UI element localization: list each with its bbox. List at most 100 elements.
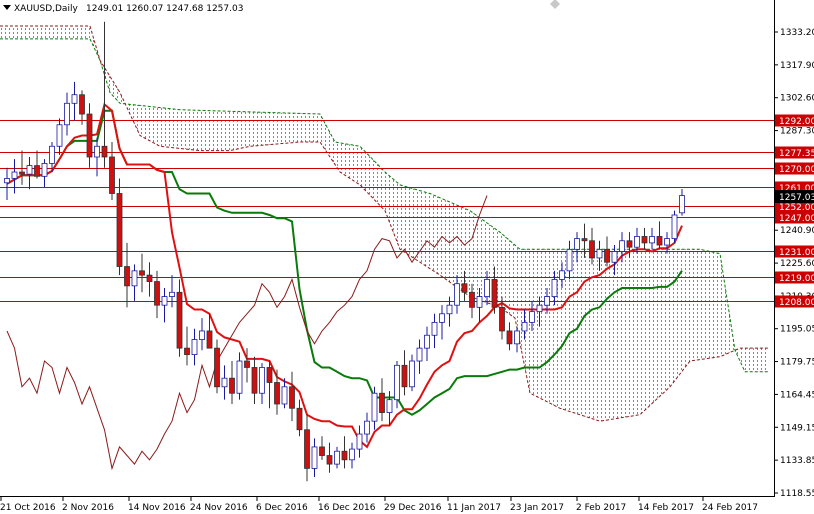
bull-candle (446, 304, 453, 315)
bear-candle (251, 367, 258, 394)
bull-candle (356, 433, 363, 450)
y-tick-label: 1133.85 (780, 456, 814, 466)
bull-candle (671, 214, 678, 240)
bull-candle (131, 270, 138, 287)
bear-candle (274, 382, 280, 405)
bull-candle (386, 399, 393, 413)
bull-candle (634, 236, 640, 248)
bull-candle (94, 145, 100, 158)
bear-candle (326, 455, 333, 465)
bull-candle (521, 321, 528, 332)
current-price-label: 1257.03 (779, 193, 814, 203)
bear-candle (626, 240, 633, 248)
level-label: 1219.00 (779, 274, 814, 284)
bull-candle (334, 450, 340, 465)
bear-candle (184, 347, 190, 355)
bull-candle (64, 102, 70, 126)
bear-candle (289, 386, 295, 409)
bear-candle (581, 238, 588, 242)
y-tick-label: 1164.45 (780, 390, 814, 400)
bull-candle (221, 377, 228, 388)
x-tick-label: 2 Feb 2017 (576, 503, 626, 513)
y-tick-label: 1195.05 (780, 325, 814, 335)
bear-candle (109, 156, 115, 194)
bull-candle (536, 304, 543, 313)
bear-candle (146, 274, 153, 282)
current-price-marker: 1257.03 (775, 190, 814, 203)
bull-candle (611, 251, 618, 263)
bear-candle (139, 270, 145, 276)
level-label: 1247.00 (779, 214, 814, 224)
bear-candle (296, 407, 303, 431)
y-axis-ticks: 1333.201317.901302.601287.301270.001256.… (774, 28, 814, 499)
y-tick-label: 1118.55 (780, 489, 814, 499)
bear-candle (641, 236, 648, 244)
bull-candle (26, 165, 33, 175)
bear-candle (341, 450, 348, 461)
bull-candle (484, 279, 490, 297)
bear-candle (19, 171, 25, 175)
x-tick-label: 21 Oct 2016 (0, 503, 56, 513)
y-tick-label: 1317.90 (780, 61, 814, 71)
bear-candle (589, 240, 595, 259)
bull-candle (259, 367, 265, 394)
bull-candle (199, 330, 205, 340)
bull-candle (544, 296, 550, 306)
bear-candle (461, 283, 468, 293)
bull-candle (424, 334, 430, 349)
bull-candle (11, 171, 18, 179)
bull-candle (311, 446, 318, 469)
bull-candle (559, 270, 565, 280)
y-tick-label: 1240.90 (780, 226, 814, 236)
level-label: 1231.00 (779, 248, 814, 258)
bear-candle (506, 330, 513, 345)
x-tick-label: 11 Jan 2017 (447, 503, 501, 513)
bear-candle (86, 113, 93, 158)
x-tick-label: 24 Nov 2016 (190, 503, 248, 513)
bull-candle (409, 360, 415, 388)
bull-candle (371, 392, 378, 422)
bull-candle (551, 279, 558, 297)
level-label: 1270.00 (779, 165, 814, 175)
x-tick-label: 23 Jan 2017 (510, 503, 564, 513)
bear-candle (116, 193, 123, 267)
bull-candle (236, 360, 243, 394)
bear-candle (214, 347, 220, 388)
bull-candle (416, 347, 423, 362)
y-tick-label: 1225.60 (780, 259, 814, 269)
x-tick-label: 14 Nov 2016 (128, 503, 186, 513)
bear-candle (401, 364, 408, 388)
bear-candle (304, 429, 310, 469)
bull-candle (664, 238, 670, 246)
bull-candle (431, 321, 438, 336)
bull-candle (349, 448, 355, 461)
bull-candle (439, 313, 445, 323)
bear-candle (154, 281, 160, 306)
bull-candle (679, 195, 685, 214)
y-tick-label: 1287.30 (780, 127, 814, 137)
bear-candle (176, 291, 183, 349)
price-chart[interactable]: 1333.201317.901302.601287.301270.001256.… (0, 0, 814, 514)
ohlc-readout: 1249.01 1260.07 1247.68 1257.03 (86, 4, 243, 14)
bull-candle (649, 236, 655, 244)
bear-candle (244, 360, 250, 368)
y-tick-label: 1302.60 (780, 94, 814, 104)
bull-candle (476, 296, 483, 308)
bear-candle (79, 94, 85, 115)
bull-candle (514, 330, 520, 345)
bull-candle (364, 420, 370, 435)
bull-candle (49, 145, 55, 164)
y-tick-label: 1179.75 (780, 358, 814, 368)
bear-candle (229, 377, 235, 394)
bear-candle (379, 392, 385, 413)
bear-candle (34, 165, 40, 177)
x-tick-label: 14 Feb 2017 (638, 503, 694, 513)
level-label: 1277.35 (779, 149, 814, 159)
bear-candle (206, 330, 213, 349)
bull-candle (454, 283, 460, 306)
bull-candle (566, 248, 573, 272)
level-label: 1292.00 (779, 117, 814, 127)
bear-candle (469, 291, 475, 308)
x-tick-label: 6 Dec 2016 (256, 503, 308, 513)
bear-candle (604, 248, 610, 263)
